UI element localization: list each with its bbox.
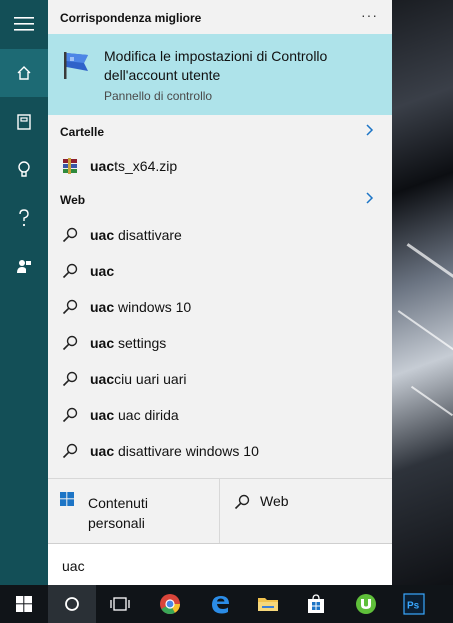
search-icon xyxy=(48,263,90,279)
wallpaper-streak xyxy=(406,243,453,280)
taskbar: Ps xyxy=(0,585,453,623)
wallpaper-streak xyxy=(410,385,453,417)
chrome-app-button[interactable] xyxy=(146,585,194,623)
store-bag-icon xyxy=(308,594,324,613)
web-header: Web xyxy=(60,193,86,207)
feedback-button[interactable] xyxy=(0,242,48,290)
best-match-title: Modifica le impostazioni di Controllo de… xyxy=(104,48,328,83)
folder-result-label: uacts_x64.zip xyxy=(90,158,178,174)
search-input[interactable] xyxy=(60,554,374,578)
photoshop-icon: Ps xyxy=(403,593,425,615)
web-suggestion-label: uac uac dirida xyxy=(90,407,179,423)
cortana-button[interactable] xyxy=(48,585,96,623)
store-app-button[interactable] xyxy=(292,585,340,623)
search-icon xyxy=(48,227,90,243)
web-suggestion-item[interactable]: uacciu uari uari xyxy=(48,361,392,397)
best-match-result[interactable]: Modifica le impostazioni di Controllo de… xyxy=(48,34,392,115)
web-suggestion-item[interactable]: uac uac dirida xyxy=(48,397,392,433)
folder-icon xyxy=(258,598,278,611)
folders-chevron-icon[interactable] xyxy=(366,123,374,139)
windows-logo-icon xyxy=(16,596,32,612)
search-box xyxy=(48,543,392,586)
home-button[interactable] xyxy=(0,49,48,97)
feedback-icon xyxy=(17,260,31,273)
search-icon xyxy=(234,494,250,510)
lightbulb-icon xyxy=(18,161,30,177)
search-icon xyxy=(48,371,90,387)
utorrent-icon xyxy=(356,594,376,614)
task-view-icon xyxy=(110,597,130,611)
search-results-panel: Corrispondenza migliore ··· Modifica le … xyxy=(48,0,392,586)
winrar-archive-icon xyxy=(48,157,90,175)
reminders-button[interactable] xyxy=(0,146,48,194)
start-button[interactable] xyxy=(0,585,48,623)
desktop-wallpaper xyxy=(392,0,453,585)
help-icon xyxy=(19,209,29,227)
web-suggestion-label: uacciu uari uari xyxy=(90,371,187,387)
web-suggestion-item[interactable]: uac xyxy=(48,253,392,289)
search-filter-bar: Contenuti personali Web xyxy=(48,478,392,543)
web-suggestion-item[interactable]: uac settings xyxy=(48,325,392,361)
notebook-button[interactable] xyxy=(0,98,48,146)
web-suggestion-item[interactable]: uac disattivare windows 10 xyxy=(48,433,392,469)
best-match-subtitle: Pannello di controllo xyxy=(104,89,213,103)
web-suggestion-label: uac windows 10 xyxy=(90,299,192,315)
chrome-icon xyxy=(160,594,181,615)
help-button[interactable] xyxy=(0,194,48,242)
personal-content-label: Contenuti personali xyxy=(88,495,148,531)
web-chevron-icon[interactable] xyxy=(366,191,374,207)
folder-result-item[interactable]: uacts_x64.zip xyxy=(48,148,392,184)
task-view-button[interactable] xyxy=(96,585,144,623)
file-explorer-app-button[interactable] xyxy=(244,585,292,623)
flag-icon xyxy=(64,52,88,79)
wallpaper-streak xyxy=(397,310,453,352)
hamburger-menu-button[interactable] xyxy=(0,0,48,48)
edge-icon xyxy=(212,596,229,614)
notebook-icon xyxy=(17,114,31,130)
cortana-sidebar xyxy=(0,0,48,585)
web-filter-label: Web xyxy=(260,493,289,509)
web-suggestion-label: uac disattivare xyxy=(90,227,182,243)
search-icon xyxy=(48,335,90,351)
edge-app-button[interactable] xyxy=(196,585,244,623)
best-match-header: Corrispondenza migliore xyxy=(60,11,202,25)
search-icon xyxy=(48,299,90,315)
windows-logo-icon xyxy=(60,492,74,506)
search-icon xyxy=(48,407,90,423)
cortana-circle-icon xyxy=(65,597,79,611)
personal-content-filter-button[interactable]: Contenuti personali xyxy=(48,479,220,543)
search-icon xyxy=(48,443,90,459)
folders-header: Cartelle xyxy=(60,125,105,139)
home-icon xyxy=(17,66,31,80)
web-suggestion-label: uac xyxy=(90,263,115,279)
web-suggestion-item[interactable]: uac disattivare xyxy=(48,217,392,253)
web-suggestion-item[interactable]: uac windows 10 xyxy=(48,289,392,325)
photoshop-app-button[interactable]: Ps xyxy=(390,585,438,623)
svg-text:Ps: Ps xyxy=(407,601,420,612)
web-filter-button[interactable]: Web xyxy=(220,479,392,543)
hamburger-menu-icon xyxy=(14,17,34,31)
more-options-button[interactable]: ··· xyxy=(361,7,378,23)
utorrent-app-button[interactable] xyxy=(342,585,390,623)
web-suggestion-label: uac disattivare windows 10 xyxy=(90,443,259,459)
web-suggestion-label: uac settings xyxy=(90,335,167,351)
